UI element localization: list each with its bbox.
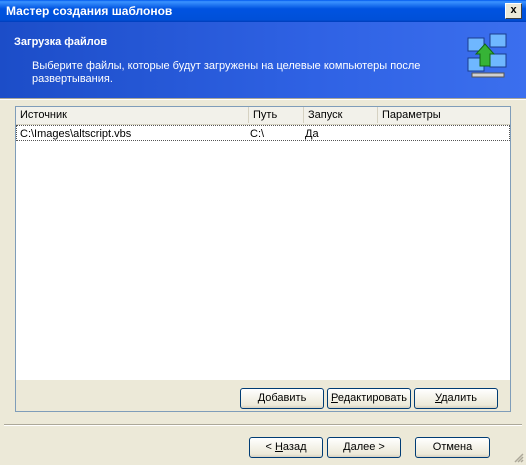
add-button[interactable]: Добавить [240, 388, 324, 409]
back-button[interactable]: < Назад [249, 437, 323, 458]
next-button-accel: Д [343, 441, 351, 453]
cell-path: C:\ [250, 128, 265, 140]
network-upload-icon [467, 33, 507, 78]
column-header-source[interactable]: Источник [16, 107, 249, 123]
next-button-label: алее > [350, 441, 385, 453]
page-title: Загрузка файлов [14, 36, 108, 48]
wizard-window: Мастер создания шаблонов x Загрузка файл… [0, 0, 526, 465]
resize-grip-icon[interactable] [512, 451, 524, 463]
column-header-run[interactable]: Запуск [304, 107, 378, 123]
edit-button-accel: Р [331, 392, 338, 404]
table-row[interactable]: C:\Images\altscript.vbs C:\ Да [16, 125, 510, 141]
close-icon: x [510, 4, 517, 16]
panel-button-bar: Добавить Редактировать Удалить [16, 380, 510, 411]
window-title: Мастер создания шаблонов [6, 4, 173, 18]
files-list-panel: Источник Путь Запуск Параметры C:\Images… [15, 106, 511, 412]
cell-run: Да [305, 128, 319, 140]
footer-separator [4, 424, 522, 426]
cell-source: C:\Images\altscript.vbs [20, 128, 132, 140]
back-button-accel: Н [274, 441, 283, 453]
close-button[interactable]: x [505, 3, 522, 19]
column-header-path[interactable]: Путь [249, 107, 304, 123]
add-button-label: обавить [265, 392, 307, 404]
back-button-label: азад [282, 441, 307, 453]
wizard-header: Загрузка файлов Выберите файлы, которые … [0, 22, 526, 98]
header-separator [0, 98, 526, 100]
title-bar[interactable]: Мастер создания шаблонов x [0, 0, 526, 22]
edit-button-label: едактировать [337, 392, 407, 404]
next-button[interactable]: Далее > [327, 437, 401, 458]
edit-button[interactable]: Редактировать [327, 388, 411, 409]
back-button-prefix: < [265, 441, 275, 453]
cancel-button[interactable]: Отмена [415, 437, 490, 458]
page-description: Выберите файлы, которые будут загружены … [32, 60, 421, 85]
delete-button-label: далить [441, 392, 477, 404]
delete-button[interactable]: Удалить [414, 388, 498, 409]
list-header: Источник Путь Запуск Параметры [16, 107, 510, 125]
column-header-params[interactable]: Параметры [378, 107, 510, 123]
